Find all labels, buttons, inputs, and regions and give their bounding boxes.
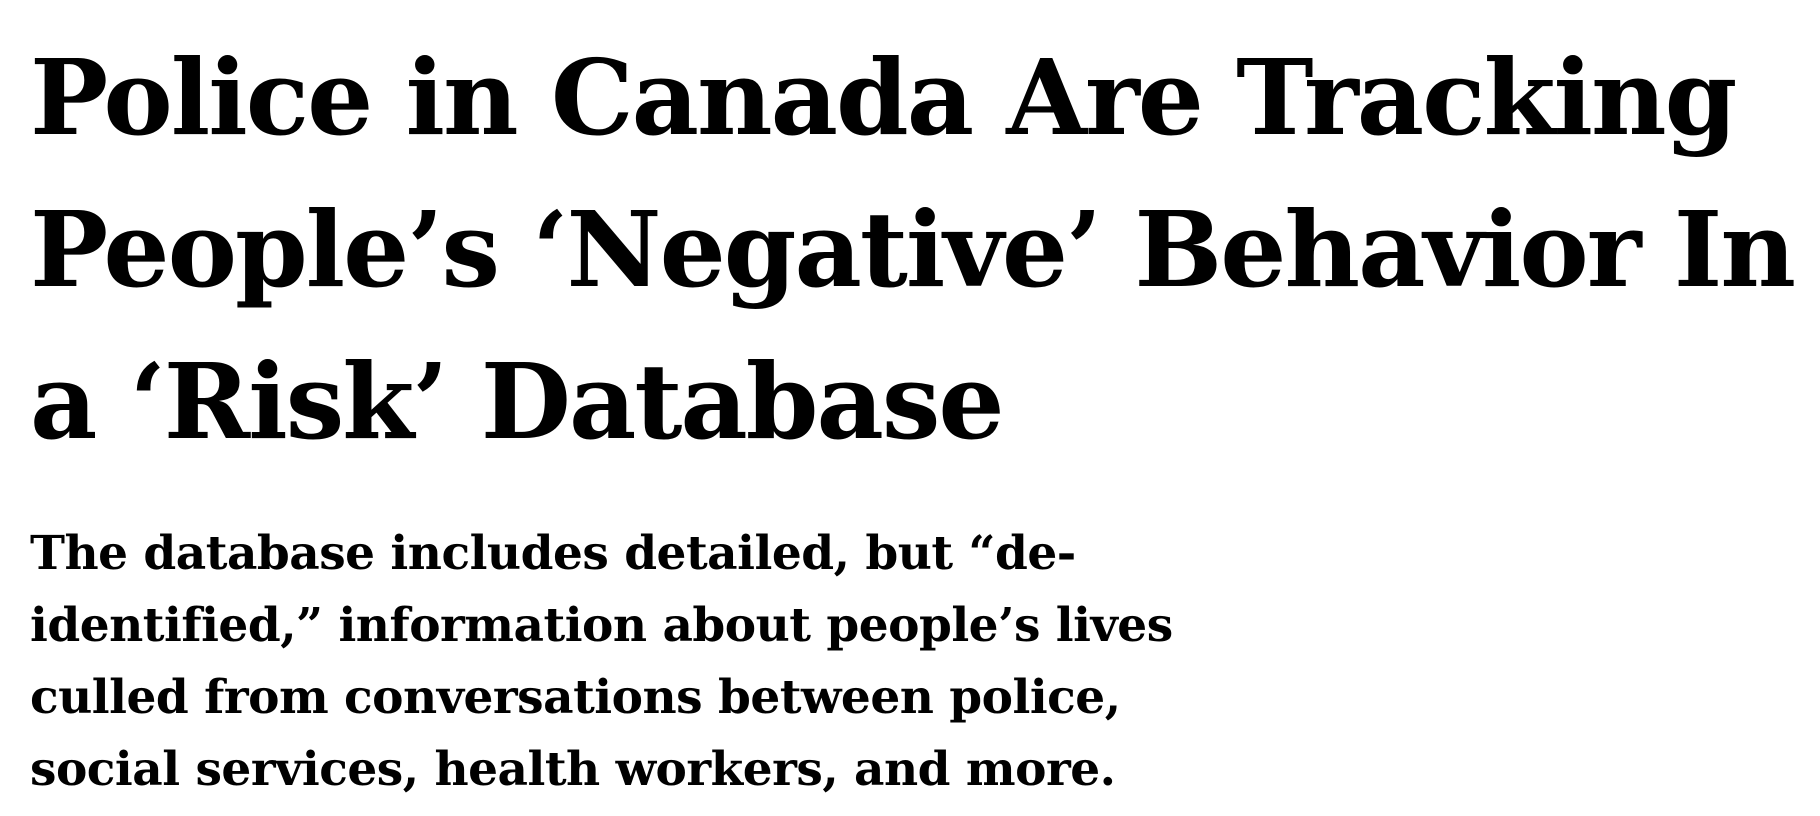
article-headline: Police in Canada Are Tracking People’s ‘… (30, 36, 1796, 463)
article-header: Police in Canada Are Tracking People’s ‘… (30, 22, 1800, 806)
article-subheadline: The database includes detailed, but “de-… (30, 526, 1173, 797)
